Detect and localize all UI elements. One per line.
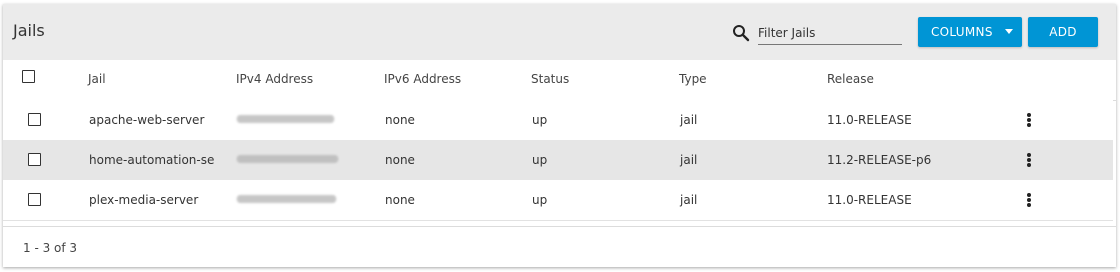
table-row[interactable]: apache-web-server none up jail 11.0-RELE… bbox=[3, 100, 1113, 141]
more-vertical-icon[interactable] bbox=[1027, 193, 1031, 207]
column-header-ipv6[interactable]: IPv6 Address bbox=[384, 72, 461, 86]
toolbar: Jails COLUMNS ADD bbox=[3, 4, 1116, 60]
search-icon[interactable] bbox=[732, 24, 750, 42]
ipv6-address: none bbox=[385, 193, 415, 207]
columns-button[interactable]: COLUMNS bbox=[918, 17, 1022, 47]
table-row[interactable]: home-automation-se none up jail 11.2-REL… bbox=[3, 140, 1113, 181]
jail-name: home-automation-se bbox=[89, 153, 215, 167]
pagination-range: 1 - 3 of 3 bbox=[23, 241, 78, 255]
ipv6-address: none bbox=[385, 113, 415, 127]
jail-name: plex-media-server bbox=[89, 193, 199, 207]
column-header-jail[interactable]: Jail bbox=[88, 72, 106, 86]
table-header: Jail IPv4 Address IPv6 Address Status Ty… bbox=[3, 60, 1116, 101]
type: jail bbox=[680, 193, 698, 207]
row-checkbox[interactable] bbox=[28, 193, 41, 206]
release: 11.2-RELEASE-p6 bbox=[827, 153, 932, 167]
status: up bbox=[532, 153, 548, 167]
more-vertical-icon[interactable] bbox=[1027, 113, 1031, 127]
status: up bbox=[532, 113, 548, 127]
column-header-status[interactable]: Status bbox=[531, 72, 569, 86]
row-checkbox[interactable] bbox=[28, 153, 41, 166]
ipv4-address-redacted bbox=[237, 195, 336, 203]
caret-down-icon bbox=[1005, 29, 1013, 34]
ipv6-address: none bbox=[385, 153, 415, 167]
jails-card: Jails COLUMNS ADD Jail IPv4 Address IPv6… bbox=[3, 4, 1116, 267]
release: 11.0-RELEASE bbox=[827, 193, 912, 207]
type: jail bbox=[680, 153, 698, 167]
add-button[interactable]: ADD bbox=[1028, 17, 1098, 47]
ipv4-address-redacted bbox=[237, 115, 334, 123]
select-all-checkbox[interactable] bbox=[22, 70, 35, 83]
filter-jails-input[interactable] bbox=[758, 22, 902, 45]
footer-divider bbox=[3, 226, 1116, 227]
release: 11.0-RELEASE bbox=[827, 113, 912, 127]
column-header-type[interactable]: Type bbox=[679, 72, 707, 86]
row-checkbox[interactable] bbox=[28, 113, 41, 126]
column-header-release[interactable]: Release bbox=[827, 72, 874, 86]
columns-button-label: COLUMNS bbox=[931, 25, 993, 39]
page-title: Jails bbox=[13, 21, 45, 40]
more-vertical-icon[interactable] bbox=[1027, 153, 1031, 167]
type: jail bbox=[680, 113, 698, 127]
table-row[interactable]: plex-media-server none up jail 11.0-RELE… bbox=[3, 180, 1113, 221]
ipv4-address-redacted bbox=[237, 155, 338, 163]
jail-name: apache-web-server bbox=[89, 113, 205, 127]
status: up bbox=[532, 193, 548, 207]
column-header-ipv4[interactable]: IPv4 Address bbox=[236, 72, 313, 86]
